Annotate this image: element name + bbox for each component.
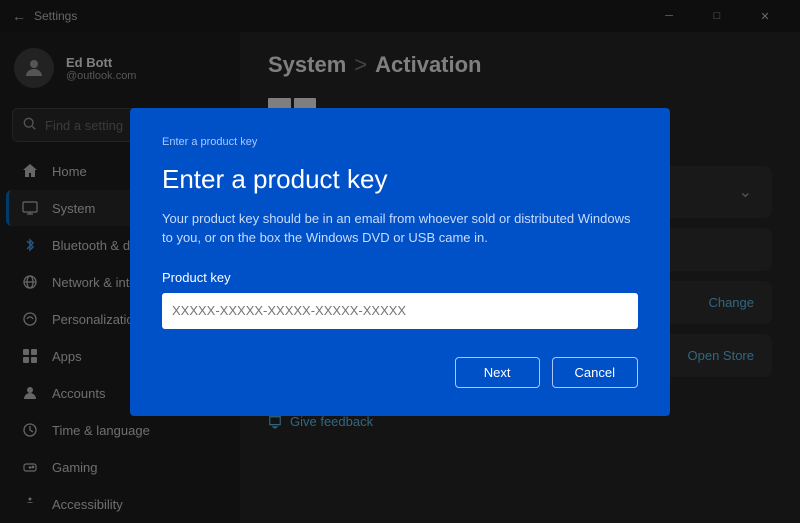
cancel-button[interactable]: Cancel (552, 357, 638, 388)
dialog-overlay: Enter a product key Enter a product key … (0, 0, 800, 523)
product-key-input[interactable] (162, 293, 638, 329)
dialog-description: Your product key should be in an email f… (162, 209, 638, 248)
product-key-dialog: Enter a product key Enter a product key … (130, 108, 670, 416)
dialog-title-bar: Enter a product key (162, 136, 638, 148)
dialog-heading: Enter a product key (162, 164, 638, 195)
next-button[interactable]: Next (455, 357, 540, 388)
dialog-buttons: Next Cancel (162, 357, 638, 388)
product-key-label: Product key (162, 270, 638, 285)
